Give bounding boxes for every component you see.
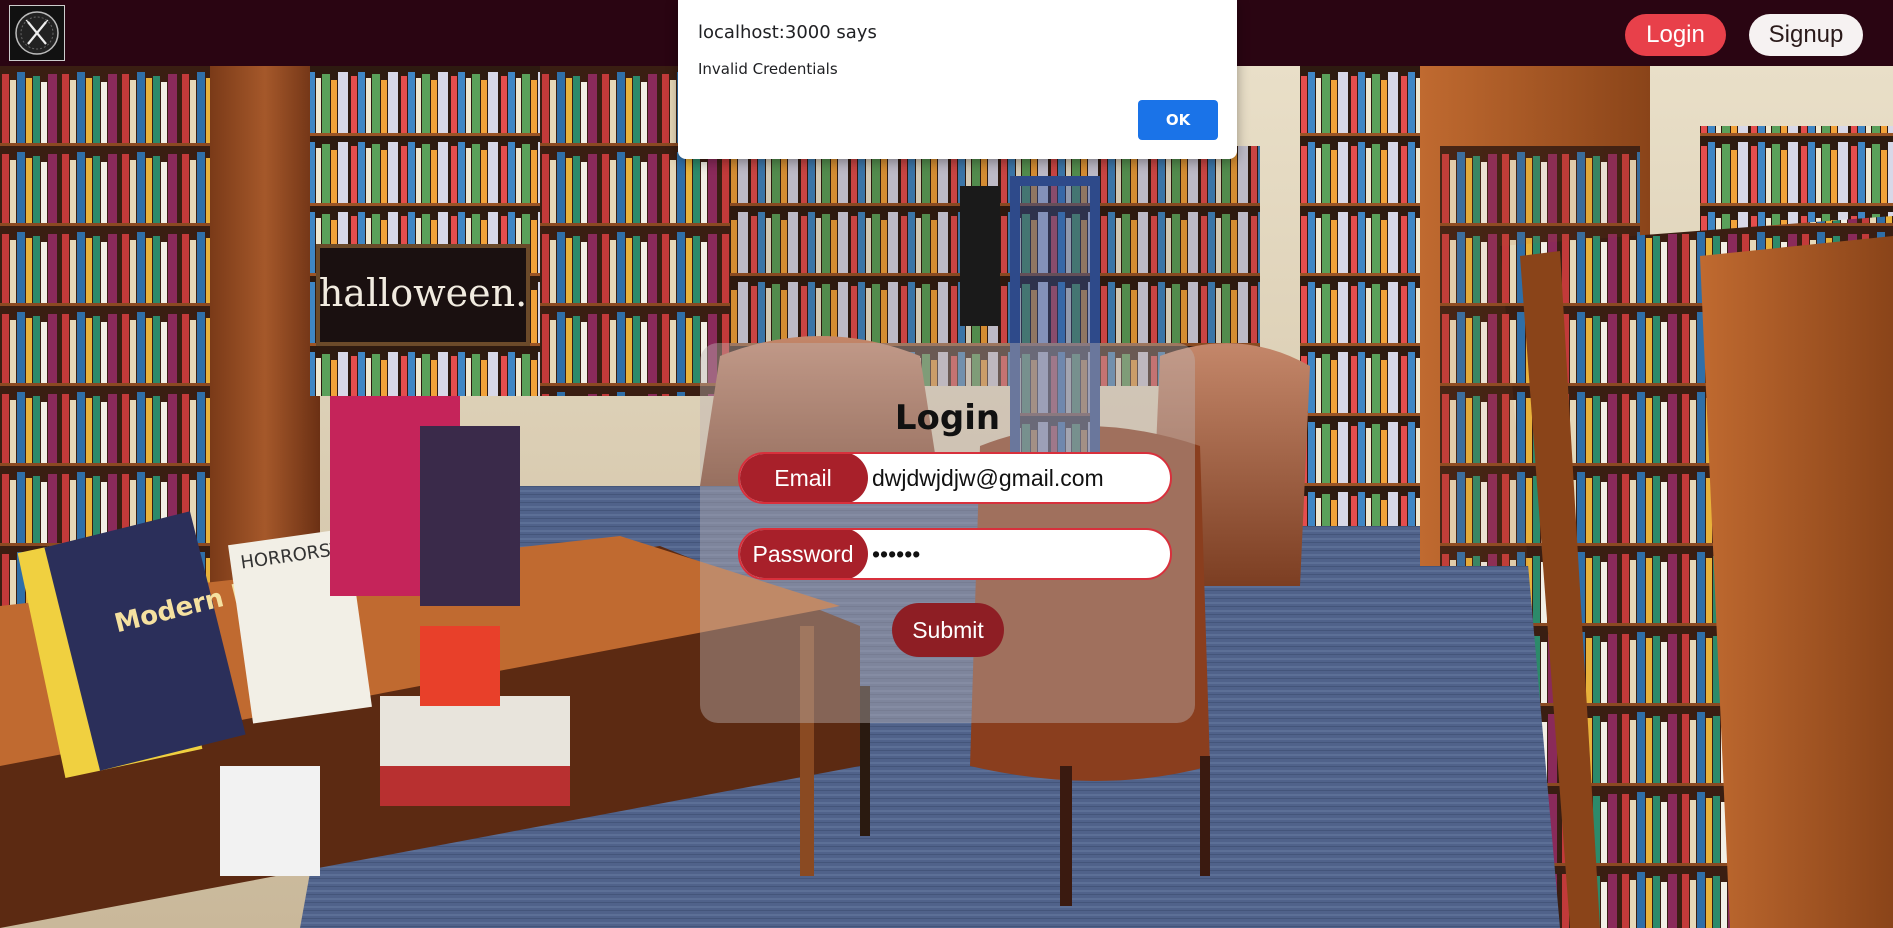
utensils-logo-icon[interactable] — [9, 5, 65, 61]
login-title: Login — [894, 398, 1001, 438]
page: halloween. Modern Halloween HORRORSTÖR — [0, 0, 1893, 928]
email-input[interactable] — [870, 454, 1166, 502]
email-field: Email — [738, 452, 1172, 504]
password-field: Password — [738, 528, 1172, 580]
alert-title: localhost:3000 says — [698, 22, 877, 43]
navbar-signup-button[interactable]: Signup — [1749, 14, 1863, 56]
submit-button[interactable]: Submit — [892, 603, 1004, 657]
login-form: Login Email Password Submit — [700, 343, 1195, 723]
password-label: Password — [740, 530, 868, 578]
alert-ok-button[interactable]: OK — [1138, 100, 1218, 140]
alert-dialog: localhost:3000 says Invalid Credentials … — [678, 0, 1237, 159]
alert-message: Invalid Credentials — [698, 60, 838, 78]
navbar-login-button[interactable]: Login — [1625, 14, 1726, 56]
email-label: Email — [740, 454, 868, 502]
halloween-sign-text: halloween. — [319, 271, 527, 315]
password-input[interactable] — [870, 530, 1166, 578]
